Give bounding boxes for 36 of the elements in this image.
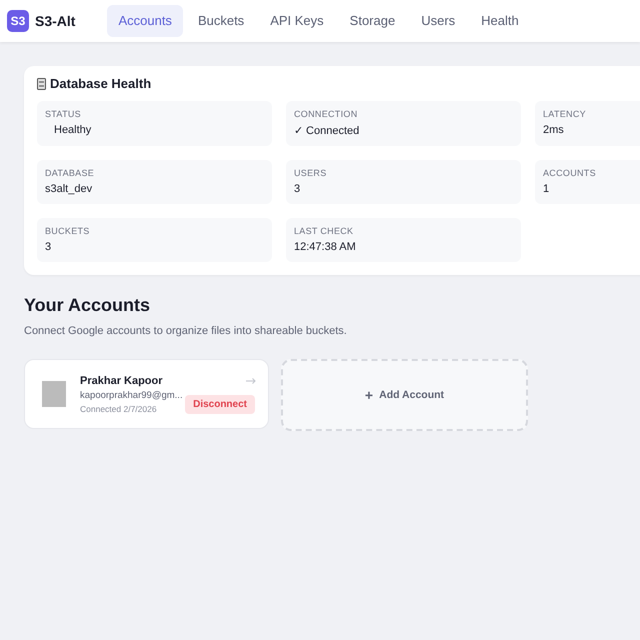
stat-value: Healthy (53, 124, 92, 136)
stat-label: DATABASE (45, 168, 96, 178)
stat-label: ACCOUNTS (543, 168, 597, 178)
plus-icon: + (364, 387, 374, 403)
nav-tab[interactable]: Buckets (186, 5, 256, 37)
stat-label: LAST CHECK (294, 226, 354, 236)
logo-icon: S3 (7, 10, 29, 32)
connected-date: Connected 2/7/2026 (80, 404, 158, 414)
card-title: Database Health (50, 76, 152, 91)
stat-label: CONNECTION (294, 109, 358, 119)
stat-value: 3 (45, 241, 52, 253)
server-icon (37, 78, 46, 90)
add-account-button[interactable]: + Add Account (281, 359, 528, 431)
photo-placeholder (42, 381, 66, 407)
disconnect-button[interactable]: Disconnect (185, 395, 255, 414)
nav-tab[interactable]: Health (470, 5, 530, 37)
nav-tab[interactable]: Storage (338, 5, 406, 37)
stat-value: ✓ Connected (294, 124, 360, 137)
section-subtitle: Connect Google accounts to organize files into shareable buckets. (24, 325, 348, 337)
account-name: Prakhar Kapoor (80, 374, 164, 386)
stat-label: USERS (294, 168, 328, 178)
nav-tab[interactable]: Accounts (107, 5, 183, 37)
app-name: S3-Alt (35, 13, 76, 29)
stat-value: 12:47:38 AM (294, 241, 357, 253)
stat-value: 3 (294, 183, 302, 195)
section-title: Your Accounts (24, 295, 152, 316)
stat-label: BUCKETS (45, 226, 91, 236)
account-email: kapoorprakhar99@gm... (80, 390, 183, 400)
stat-value: s3alt_dev (45, 183, 94, 195)
stat-value: 2ms (543, 124, 565, 136)
stat-label: LATENCY (543, 109, 587, 119)
arrow-icon[interactable] (246, 378, 256, 384)
stat-value: 1 (543, 183, 550, 195)
stat-label: STATUS (45, 109, 82, 119)
nav-tab[interactable]: API Keys (259, 5, 335, 37)
nav-tab[interactable]: Users (410, 5, 466, 37)
